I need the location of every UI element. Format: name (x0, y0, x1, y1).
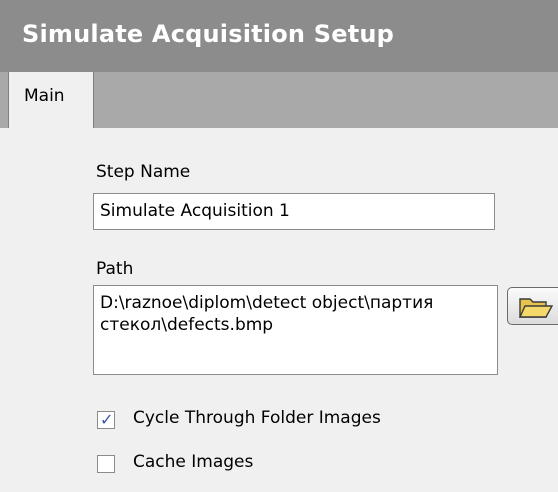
cache-images-label: Cache Images (133, 452, 254, 472)
cache-images-checkbox[interactable] (97, 455, 115, 473)
path-label: Path (96, 259, 134, 279)
step-name-label: Step Name (96, 162, 191, 182)
folder-open-icon (518, 298, 554, 318)
cycle-folder-label: Cycle Through Folder Images (133, 408, 381, 428)
dialog-title: Simulate Acquisition Setup (22, 20, 395, 48)
check-icon: ✓ (100, 410, 114, 429)
tab-main[interactable]: Main (8, 72, 94, 130)
step-name-input[interactable]: Simulate Acquisition 1 (93, 193, 495, 230)
dialog-header: Simulate Acquisition Setup (0, 0, 558, 72)
path-input[interactable]: D:\raznoe\diplom\detect object\партия ст… (93, 285, 498, 375)
cycle-folder-checkbox[interactable]: ✓ (97, 410, 115, 429)
browse-button[interactable] (507, 287, 558, 325)
tab-main-label: Main (24, 86, 65, 106)
